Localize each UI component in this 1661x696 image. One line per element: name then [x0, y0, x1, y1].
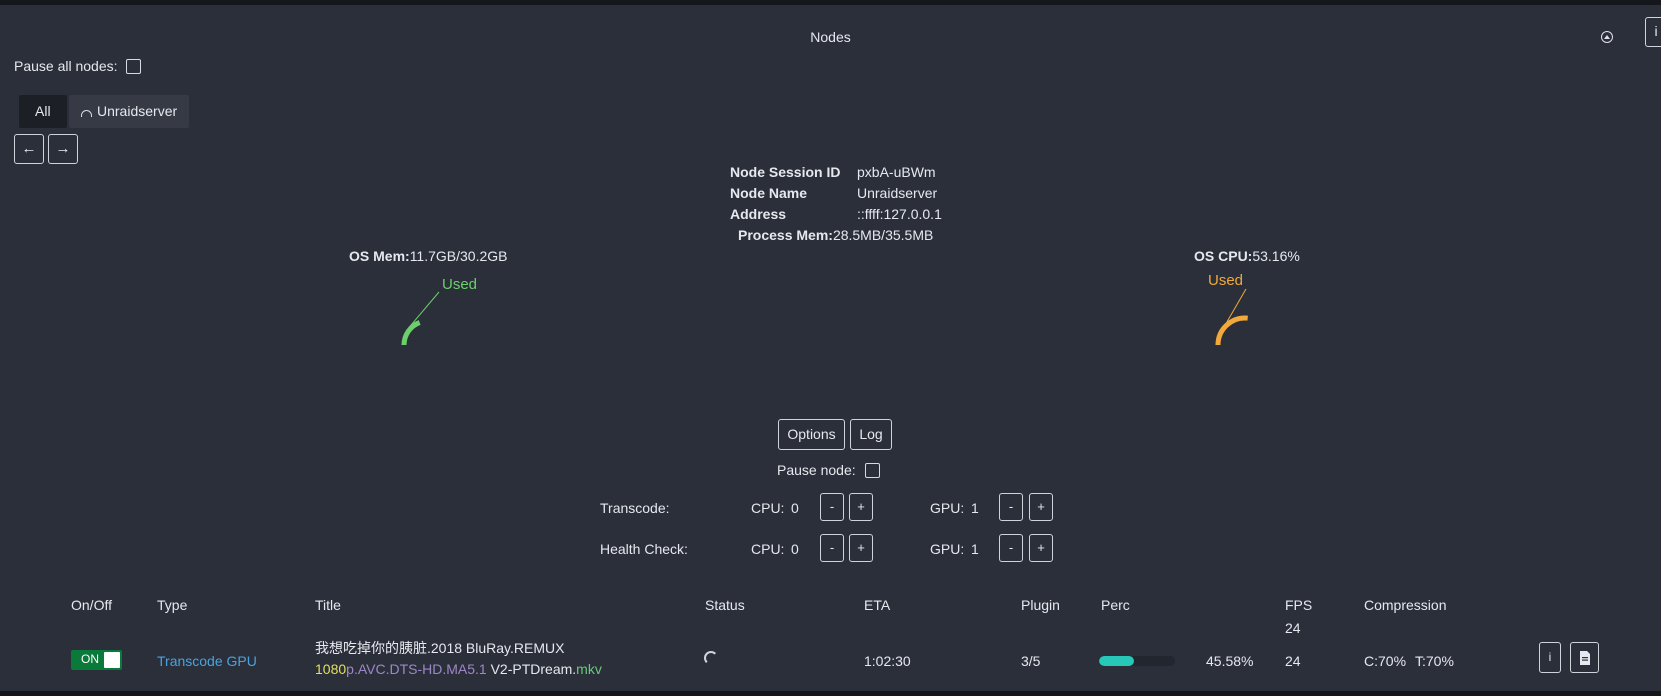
health-cpu-plus[interactable]: + [849, 534, 873, 562]
toggle-label: ON [81, 652, 99, 666]
process-mem-label: Process Mem: [738, 227, 833, 243]
address-value: ::ffff:127.0.0.1 [857, 206, 942, 222]
node-info: Node Session ID pxbA-uBWm Node Name Unraid… [730, 162, 942, 246]
col-perc: Perc [1101, 597, 1130, 613]
nodes-panel: Nodes i Pause all nodes: All Unraidserve… [0, 5, 1661, 691]
row-compression-c: C:70% [1364, 653, 1407, 669]
transcode-cpu-plus[interactable]: + [849, 493, 873, 521]
os-mem-readout: OS Mem:11.7GB/30.2GB [349, 248, 508, 264]
os-mem-label: OS Mem: [349, 248, 410, 264]
health-check-label: Health Check: [600, 541, 688, 557]
row-info-button[interactable]: i [1539, 642, 1561, 673]
title-resolution: 1080 [315, 661, 347, 677]
col-fps: FPS [1285, 597, 1313, 613]
os-cpu-arc [1215, 315, 1248, 346]
os-cpu-readout: OS CPU:53.16% [1194, 248, 1300, 264]
transcode-label: Transcode: [600, 500, 670, 516]
health-cpu-minus[interactable]: - [820, 534, 844, 562]
health-gpu-plus[interactable]: + [1029, 534, 1053, 562]
row-type[interactable]: Transcode GPU [157, 653, 257, 669]
col-title: Title [315, 597, 341, 613]
options-button[interactable]: Options [778, 419, 845, 450]
collapse-icon[interactable] [1601, 31, 1613, 43]
col-eta: ETA [864, 597, 891, 613]
health-gpu-value: 1 [971, 541, 979, 557]
title-part: 我想吃掉你的胰脏.2018 BluRay.REMUX [315, 640, 565, 656]
col-type: Type [157, 597, 188, 613]
row-plugin: 3/5 [1021, 653, 1041, 669]
transcode-gpu-label: GPU: [930, 500, 965, 516]
health-cpu-value: 0 [791, 541, 799, 557]
row-title: 我想吃掉你的胰脏.2018 BluRay.REMUX 1080p.AVC.DTS… [315, 638, 665, 680]
log-button[interactable]: Log [850, 419, 892, 450]
title-group: V2-PTDream. [486, 661, 577, 677]
transcode-gpu-value: 1 [971, 500, 979, 516]
os-cpu-used-label: Used [1208, 272, 1243, 289]
row-perc: 45.58% [1206, 653, 1254, 669]
pause-all-checkbox[interactable] [126, 59, 141, 74]
col-plugin: Plugin [1021, 597, 1060, 613]
pause-node-checkbox[interactable] [865, 463, 880, 478]
transcode-cpu-minus[interactable]: - [820, 493, 844, 521]
node-name-value: Unraidserver [857, 185, 938, 201]
os-mem-gauge: Used [401, 276, 477, 346]
tab-unraidserver[interactable]: Unraidserver [69, 95, 190, 128]
os-mem-leader [407, 291, 440, 329]
transcode-cpu-label: CPU: [751, 500, 785, 516]
fps-sub-value: 24 [1285, 620, 1301, 636]
os-cpu-label: OS CPU: [1194, 248, 1253, 264]
os-mem-used-label: Used [442, 276, 477, 293]
health-cpu-label: CPU: [751, 541, 785, 557]
os-mem-arc [401, 320, 421, 346]
pause-node-label: Pause node: [777, 462, 856, 478]
transcode-gpu-minus[interactable]: - [999, 493, 1023, 521]
session-id-value: pxbA-uBWm [857, 164, 936, 180]
row-compression-t: T:70% [1415, 653, 1454, 669]
prev-button[interactable]: ← [14, 134, 44, 164]
node-name-label: Node Name [730, 185, 808, 201]
on-off-toggle[interactable]: ON [71, 650, 122, 670]
status-spinner-icon [704, 651, 718, 665]
progress-fill [1099, 656, 1134, 666]
pause-all-label: Pause all nodes: [14, 58, 118, 74]
page-title: Nodes [810, 29, 851, 45]
top-info-button[interactable]: i [1645, 17, 1661, 47]
tab-label: Unraidserver [97, 103, 178, 119]
progress-bar [1099, 656, 1175, 666]
document-icon [1579, 651, 1590, 665]
address-label: Address [730, 206, 787, 222]
title-extension: mkv [576, 661, 602, 677]
tab-all[interactable]: All [19, 95, 67, 128]
transcode-cpu-value: 0 [791, 500, 799, 516]
process-mem-value: 28.5MB/35.5MB [832, 227, 934, 243]
health-gpu-label: GPU: [930, 541, 965, 557]
toggle-knob [104, 652, 120, 668]
health-gpu-minus[interactable]: - [999, 534, 1023, 562]
transcode-gpu-plus[interactable]: + [1029, 493, 1053, 521]
row-doc-button[interactable] [1570, 642, 1599, 673]
os-cpu-value: 53.16% [1252, 248, 1300, 264]
next-button[interactable]: → [48, 134, 78, 164]
col-status: Status [705, 597, 745, 613]
os-mem-value: 11.7GB/30.2GB [409, 248, 508, 264]
row-eta: 1:02:30 [864, 653, 911, 669]
session-id-label: Node Session ID [730, 164, 841, 180]
title-codec: p.AVC.DTS-HD.MA5.1 [346, 661, 487, 677]
col-compression: Compression [1364, 597, 1447, 613]
os-cpu-gauge: Used [1208, 272, 1248, 346]
col-onoff: On/Off [71, 597, 112, 613]
eye-icon [81, 110, 92, 117]
row-fps: 24 [1285, 653, 1301, 669]
